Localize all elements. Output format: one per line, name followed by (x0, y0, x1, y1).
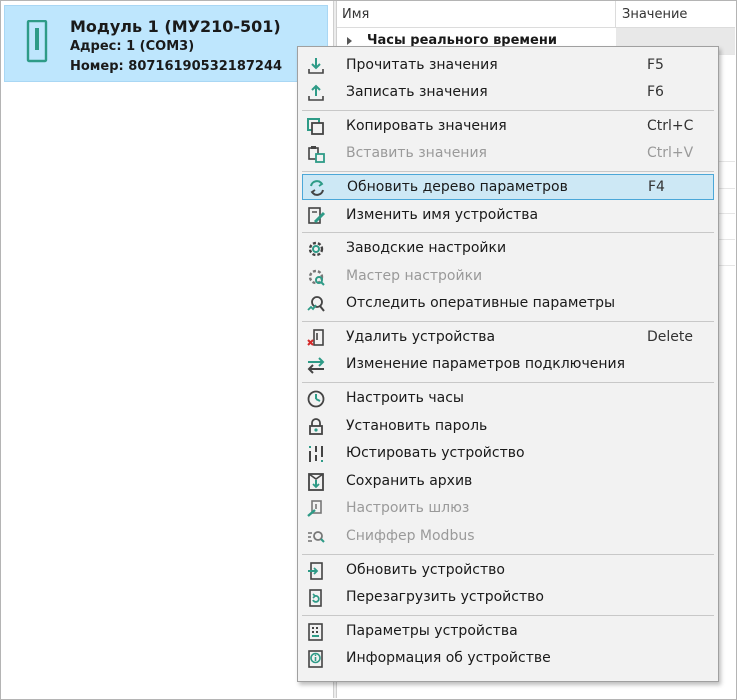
setup-wizard-icon (308, 269, 325, 286)
menu-separator (302, 321, 714, 322)
delete-device-icon (307, 329, 324, 346)
menu-item-refresh-tree[interactable]: Обновить дерево параметров F4 (302, 174, 714, 200)
context-menu: Прочитать значения F5 Записать значения … (297, 46, 719, 682)
rename-device-icon (308, 207, 326, 224)
menu-separator (302, 232, 714, 233)
menu-item-track-parameters[interactable]: Отследить оперативные параметры (302, 291, 714, 317)
menu-item-label: Сохранить архив (346, 473, 473, 489)
menu-item-factory-settings[interactable]: Заводские настройки (302, 236, 714, 262)
device-name: Модуль 1 (МУ210-501) (70, 17, 281, 36)
menu-item-label: Настроить шлюз (346, 500, 470, 516)
menu-item-copy-values[interactable]: Копировать значения Ctrl+C (302, 114, 714, 140)
gateway-icon (307, 500, 322, 517)
menu-item-paste-values: Вставить значения Ctrl+V (302, 141, 714, 167)
reboot-device-icon (309, 589, 322, 607)
menu-item-reboot-device[interactable]: Перезагрузить устройство (302, 585, 714, 611)
device-address: Адрес: 1 (COM3) (70, 39, 195, 54)
menu-item-label: Настроить часы (346, 390, 464, 406)
menu-separator (302, 171, 714, 172)
menu-item-device-info[interactable]: Информация об устройстве (302, 646, 714, 672)
menu-item-label: Изменение параметров подключения (346, 356, 626, 372)
menu-item-update-device[interactable]: Обновить устройство (302, 558, 714, 584)
menu-item-label: Обновить устройство (346, 562, 505, 578)
menu-item-rename-device[interactable]: Изменить имя устройства (302, 203, 714, 229)
column-separator[interactable] (615, 1, 616, 28)
menu-item-shortcut: F6 (647, 84, 664, 100)
column-header-name[interactable]: Имя (342, 7, 369, 22)
factory-settings-gear-icon (308, 241, 324, 257)
device-number: Номер: 80716190532187244 (70, 59, 283, 74)
menu-separator (302, 615, 714, 616)
menu-item-label: Обновить дерево параметров (347, 179, 568, 195)
save-archive-icon (308, 473, 324, 491)
menu-item-label: Сниффер Modbus (346, 528, 475, 544)
refresh-tree-icon (310, 180, 324, 196)
menu-separator (302, 110, 714, 111)
copy-icon (307, 118, 324, 135)
menu-item-label: Записать значения (346, 84, 488, 100)
menu-item-modbus-sniffer: Сниффер Modbus (302, 524, 714, 550)
menu-item-read-values[interactable]: Прочитать значения F5 (302, 53, 714, 79)
menu-item-label: Прочитать значения (346, 57, 498, 73)
menu-item-shortcut: Delete (647, 329, 693, 345)
menu-item-write-values[interactable]: Записать значения F6 (302, 80, 714, 106)
password-lock-icon (309, 418, 323, 435)
device-info-icon (308, 650, 323, 668)
menu-item-setup-wizard: Мастер настройки (302, 264, 714, 290)
column-header-value[interactable]: Значение (622, 7, 687, 22)
expand-arrow-icon[interactable] (347, 37, 352, 45)
menu-item-device-parameters[interactable]: Параметры устройства (302, 619, 714, 645)
menu-item-label: Изменить имя устройства (346, 207, 539, 223)
menu-item-shortcut: Ctrl+V (647, 145, 694, 161)
menu-item-calibrate-device[interactable]: Юстировать устройство (302, 441, 714, 467)
calibrate-icon (309, 446, 323, 462)
read-values-icon (308, 58, 324, 74)
menu-item-label: Копировать значения (346, 118, 507, 134)
menu-item-label: Вставить значения (346, 145, 487, 161)
write-values-icon (308, 84, 324, 101)
menu-item-label: Юстировать устройство (346, 445, 525, 461)
menu-item-label: Установить пароль (346, 418, 488, 434)
menu-item-label: Мастер настройки (346, 268, 483, 284)
modbus-sniffer-icon (308, 531, 325, 543)
menu-item-label: Параметры устройства (346, 623, 518, 639)
menu-item-set-password[interactable]: Установить пароль (302, 414, 714, 440)
paste-icon (308, 146, 325, 163)
clock-icon (307, 390, 325, 408)
menu-item-configure-gateway: Настроить шлюз (302, 496, 714, 522)
device-module-icon (26, 20, 48, 63)
menu-item-shortcut: F5 (647, 57, 664, 73)
menu-separator (302, 554, 714, 555)
menu-item-set-clock[interactable]: Настроить часы (302, 386, 714, 412)
device-parameters-icon (308, 623, 323, 641)
update-device-icon (308, 562, 323, 580)
menu-item-label: Заводские настройки (346, 240, 507, 256)
grid-header: Имя Значение (337, 1, 735, 28)
connection-arrows-icon (307, 357, 325, 374)
menu-item-connection-settings[interactable]: Изменение параметров подключения (302, 352, 714, 378)
menu-item-shortcut: Ctrl+C (647, 118, 694, 134)
menu-item-delete-device[interactable]: Удалить устройства Delete (302, 325, 714, 351)
device-panel: Модуль 1 (МУ210-501) Адрес: 1 (COM3) Ном… (1, 1, 333, 698)
device-card[interactable]: Модуль 1 (МУ210-501) Адрес: 1 (COM3) Ном… (4, 5, 328, 82)
menu-item-shortcut: F4 (648, 179, 665, 195)
menu-item-label: Отследить оперативные параметры (346, 295, 616, 311)
menu-item-label: Удалить устройства (346, 329, 496, 345)
menu-item-label: Перезагрузить устройство (346, 589, 544, 605)
menu-item-label: Информация об устройстве (346, 650, 551, 666)
menu-item-save-archive[interactable]: Сохранить архив (302, 469, 714, 495)
menu-separator (302, 382, 714, 383)
track-parameters-icon (307, 296, 325, 312)
